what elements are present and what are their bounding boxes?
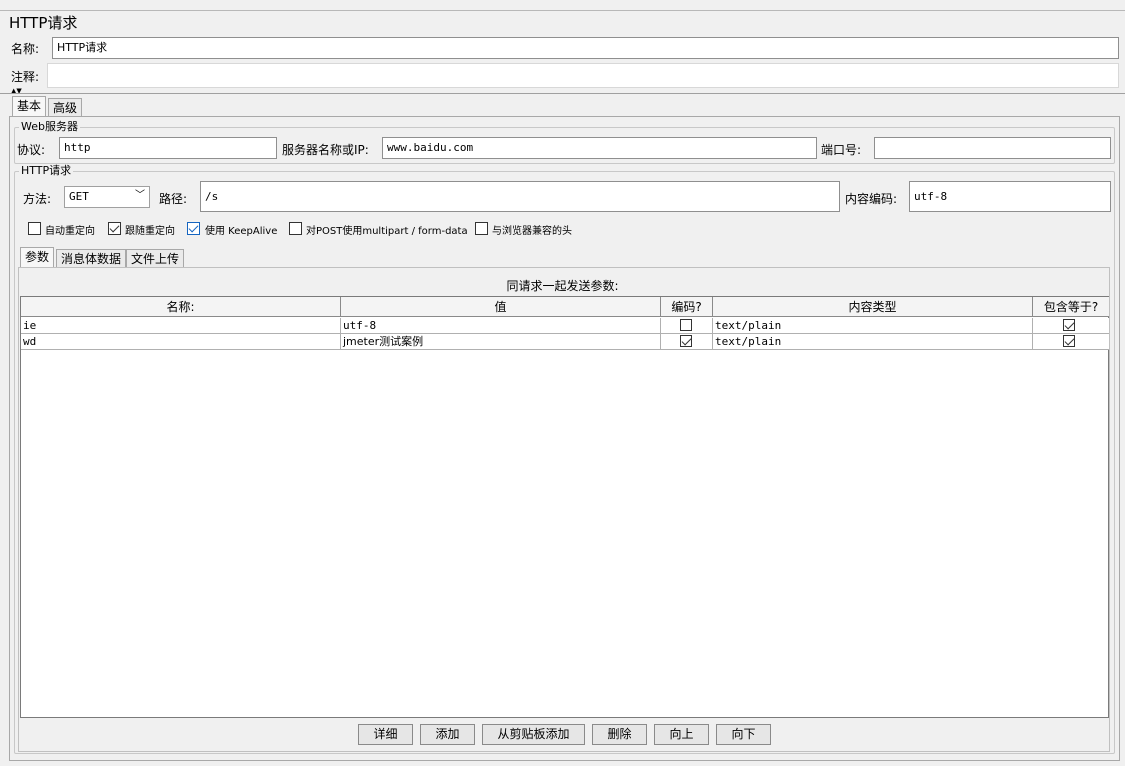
tab-basic[interactable]: 基本	[12, 96, 47, 117]
detail-button[interactable]: 详细	[358, 724, 413, 745]
comment-input[interactable]	[47, 63, 1119, 88]
server-label: 服务器名称或IP:	[282, 143, 369, 157]
protocol-label: 协议:	[17, 143, 46, 157]
column-header-include-equals[interactable]: 包含等于?	[1033, 297, 1109, 317]
auto-redirect-label: 自动重定向	[45, 226, 95, 237]
table-cell-value[interactable]: utf-8	[341, 318, 661, 334]
tab-body-data[interactable]: 消息体数据	[56, 249, 127, 267]
keepalive-label: 使用 KeepAlive	[205, 226, 278, 237]
table-cell-include-equals[interactable]	[1033, 334, 1109, 350]
port-input[interactable]	[874, 137, 1111, 159]
move-up-button[interactable]: 向上	[654, 724, 709, 745]
encode-checkbox[interactable]	[680, 335, 692, 347]
table-cell-encode[interactable]	[661, 318, 713, 334]
name-input[interactable]: HTTP请求	[52, 37, 1119, 59]
table-cell-name[interactable]: wd	[21, 334, 341, 350]
comment-label: 注释:	[11, 70, 40, 84]
column-header-encode[interactable]: 编码?	[661, 297, 713, 317]
chevron-down-icon: ﹀	[135, 190, 145, 201]
tab-file-upload[interactable]: 文件上传	[126, 249, 185, 267]
table-cell-include-equals[interactable]	[1033, 318, 1109, 334]
table-cell-content-type[interactable]: text/plain	[713, 334, 1033, 350]
keepalive-checkbox[interactable]	[187, 222, 200, 235]
move-down-button[interactable]: 向下	[716, 724, 771, 745]
follow-redirect-label: 跟随重定向	[125, 226, 175, 237]
parameters-caption: 同请求一起发送参数:	[506, 279, 619, 293]
page-title: HTTP请求	[9, 14, 78, 32]
splitter-rule	[0, 93, 1125, 94]
web-server-group-title: Web服务器	[19, 120, 80, 133]
table-cell-content-type[interactable]: text/plain	[713, 318, 1033, 334]
http-request-group-title: HTTP请求	[19, 164, 74, 177]
encoding-label: 内容编码:	[845, 192, 898, 206]
port-label: 端口号:	[821, 143, 862, 157]
parameters-table[interactable]: 名称: 值 编码? 内容类型 包含等于? ie utf-8 text/plain…	[20, 296, 1109, 718]
browser-headers-checkbox[interactable]	[475, 222, 488, 235]
tab-parameters[interactable]: 参数	[20, 247, 55, 268]
top-rule	[0, 10, 1125, 11]
encoding-input[interactable]: utf-8	[909, 181, 1111, 212]
add-button[interactable]: 添加	[420, 724, 475, 745]
multipart-checkbox[interactable]	[289, 222, 302, 235]
method-value: GET	[69, 190, 89, 203]
path-label: 路径:	[159, 192, 188, 206]
column-header-name[interactable]: 名称:	[21, 297, 341, 317]
add-from-clipboard-button[interactable]: 从剪贴板添加	[482, 724, 585, 745]
table-cell-encode[interactable]	[661, 334, 713, 350]
delete-button[interactable]: 删除	[592, 724, 647, 745]
server-input[interactable]: www.baidu.com	[382, 137, 817, 159]
multipart-label: 对POST使用multipart / form-data	[306, 226, 468, 237]
name-label: 名称:	[11, 42, 40, 56]
table-cell-value[interactable]: jmeter测试案例	[341, 334, 661, 350]
follow-redirect-checkbox[interactable]	[108, 222, 121, 235]
column-header-content-type[interactable]: 内容类型	[713, 297, 1033, 317]
encode-checkbox[interactable]	[680, 319, 692, 331]
tab-advanced[interactable]: 高级	[48, 98, 83, 116]
path-input[interactable]: /s	[200, 181, 840, 212]
protocol-input[interactable]: http	[59, 137, 277, 159]
table-cell-name[interactable]: ie	[21, 318, 341, 334]
method-label: 方法:	[23, 192, 52, 206]
include-equals-checkbox[interactable]	[1063, 319, 1075, 331]
include-equals-checkbox[interactable]	[1063, 335, 1075, 347]
method-select[interactable]: GET ﹀	[64, 186, 150, 208]
column-header-value[interactable]: 值	[341, 297, 661, 317]
browser-headers-label: 与浏览器兼容的头	[492, 226, 572, 237]
auto-redirect-checkbox[interactable]	[28, 222, 41, 235]
